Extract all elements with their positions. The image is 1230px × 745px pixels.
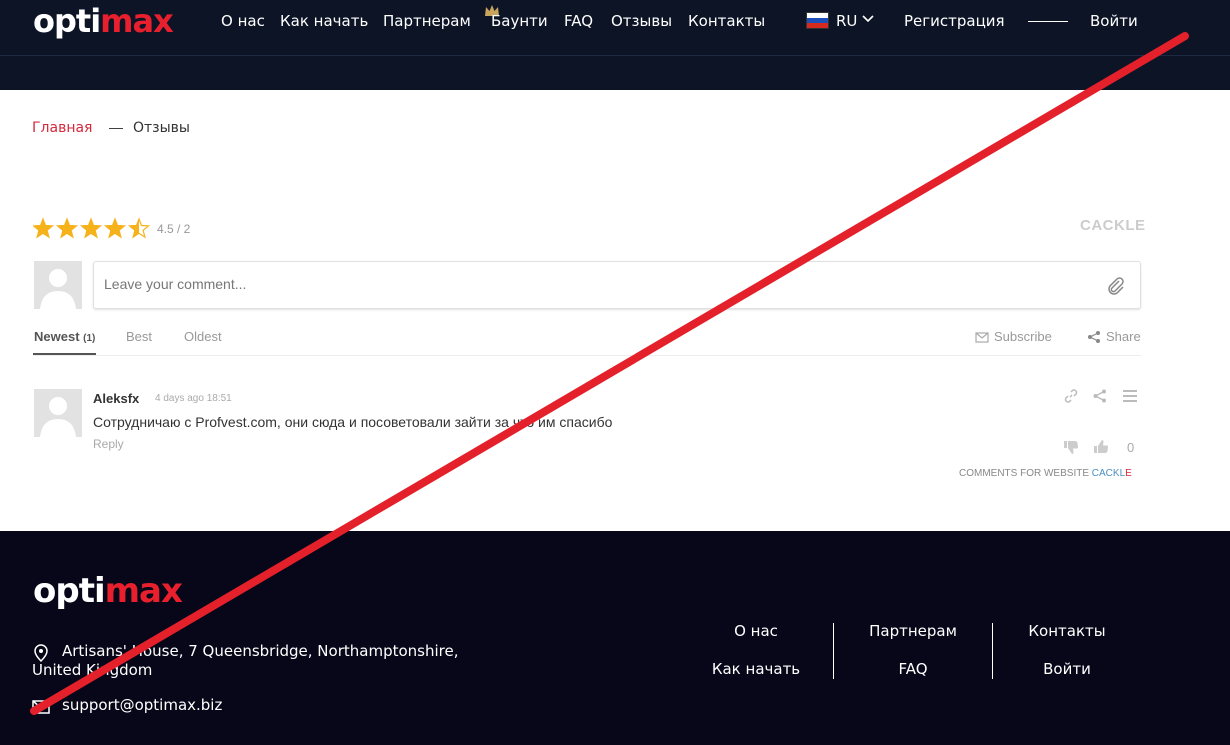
russian-flag-icon[interactable]	[806, 12, 829, 29]
star-icon[interactable]	[79, 217, 103, 239]
mail-icon	[32, 700, 50, 714]
share-icon	[1088, 330, 1100, 343]
star-icon[interactable]	[127, 217, 151, 239]
permalink-icon[interactable]	[1063, 388, 1079, 404]
user-silhouette-icon	[40, 397, 76, 437]
share-button[interactable]: Share	[1087, 329, 1141, 344]
nav-getting-started[interactable]: Как начать	[280, 12, 368, 30]
thumbs-down-icon[interactable]	[1063, 439, 1079, 455]
menu-icon[interactable]	[1122, 388, 1138, 404]
envelope-icon	[975, 331, 989, 343]
nav-divider	[1028, 21, 1068, 22]
powered-brand: CACKLE	[1091, 468, 1132, 479]
header-divider	[0, 55, 1230, 56]
powered-by[interactable]: COMMENTS FOR WEBSITE CACKLE	[959, 468, 1132, 479]
subscribe-button[interactable]: Subscribe	[975, 329, 1052, 344]
register-link[interactable]: Регистрация	[904, 12, 1005, 30]
tab-best[interactable]: Best	[126, 329, 152, 344]
site-footer: optimax Artisans' House, 7 Queensbridge,…	[0, 531, 1230, 745]
star-icon[interactable]	[33, 217, 55, 239]
footer-link-contacts[interactable]: Контакты	[992, 622, 1142, 640]
comment-box[interactable]	[93, 261, 1141, 309]
nav-reviews[interactable]: Отзывы	[611, 12, 672, 30]
cackle-logo[interactable]: CACKLE	[1080, 217, 1146, 234]
commenter-avatar[interactable]	[34, 389, 82, 437]
chevron-down-icon[interactable]	[860, 11, 876, 27]
nav-bounty[interactable]: Баунти	[491, 12, 548, 30]
footer-link-faq[interactable]: FAQ	[838, 660, 988, 678]
footer-link-login[interactable]: Войти	[992, 660, 1142, 678]
site-logo[interactable]: optimax	[33, 2, 174, 40]
comment-timestamp[interactable]: 4 days ago 18:51	[155, 393, 232, 404]
footer-link-partners[interactable]: Партнерам	[838, 622, 988, 640]
footer-link-getting-started[interactable]: Как начать	[681, 660, 831, 678]
language-selector[interactable]: RU	[836, 12, 857, 30]
site-header: optimax О нас Как начать Партнерам Баунт…	[0, 0, 1230, 90]
rating-stars[interactable]	[33, 217, 153, 241]
current-user-avatar	[34, 261, 82, 309]
nav-faq[interactable]: FAQ	[564, 12, 593, 30]
footer-link-about[interactable]: О нас	[681, 622, 831, 640]
breadcrumb-home[interactable]: Главная	[32, 120, 92, 136]
footer-email[interactable]: support@optimax.biz	[62, 696, 222, 714]
attachment-icon[interactable]	[1106, 276, 1126, 296]
footer-divider	[833, 623, 834, 679]
footer-logo[interactable]: optimax	[33, 571, 183, 611]
star-icon[interactable]	[55, 217, 79, 239]
reply-button[interactable]: Reply	[93, 437, 124, 451]
tab-oldest[interactable]: Oldest	[184, 329, 222, 344]
comment-score: 0	[1127, 440, 1135, 455]
nav-contacts[interactable]: Контакты	[688, 12, 765, 30]
footer-address: Artisans' House, 7 Queensbridge, Northam…	[32, 642, 459, 679]
breadcrumb-current: Отзывы	[133, 120, 190, 136]
tab-newest-count: (1)	[83, 333, 96, 344]
breadcrumb-separator: —	[109, 119, 123, 135]
share-icon[interactable]	[1092, 388, 1108, 404]
rating-value: 4.5 / 2	[157, 222, 191, 236]
nav-partners[interactable]: Партнерам	[383, 12, 471, 30]
login-link[interactable]: Войти	[1090, 12, 1138, 30]
thumbs-up-icon[interactable]	[1093, 439, 1109, 455]
tabs-divider	[33, 355, 1141, 356]
comment-text: Сотрудничаю с Profvest.com, они сюда и п…	[93, 414, 613, 430]
nav-about[interactable]: О нас	[221, 12, 265, 30]
tab-newest[interactable]: Newest (1)	[34, 329, 95, 344]
comment-input[interactable]	[104, 272, 1084, 296]
star-icon[interactable]	[103, 217, 127, 239]
comment-author[interactable]: Aleksfx	[93, 391, 139, 406]
user-silhouette-icon	[40, 269, 76, 309]
